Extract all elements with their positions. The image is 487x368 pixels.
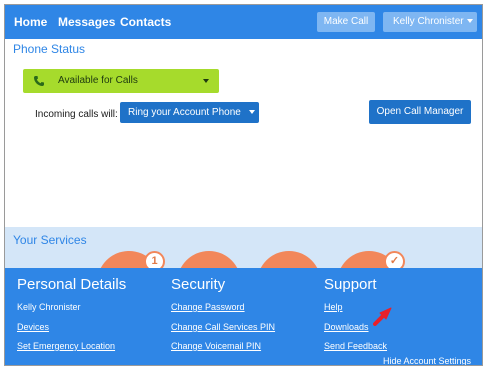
downloads-link[interactable]: Downloads (324, 322, 369, 332)
user-menu-button[interactable]: Kelly Chronister (383, 12, 477, 32)
app-frame: Home Messages Contacts Make Call Kelly C… (4, 4, 483, 366)
change-password-link[interactable]: Change Password (171, 302, 245, 312)
status-value: Available for Calls (58, 75, 138, 86)
security-title: Security (171, 276, 226, 293)
nav-messages-link[interactable]: Messages (58, 15, 115, 29)
nav-contacts-link[interactable]: Contacts (120, 15, 171, 29)
support-title: Support (324, 276, 377, 293)
caret-down-icon (248, 110, 255, 115)
red-arrow-icon (373, 307, 392, 326)
user-name-label: Kelly Chronister (393, 16, 464, 27)
nav-home-link[interactable]: Home (14, 15, 47, 29)
status-dropdown[interactable]: Available for Calls (23, 69, 219, 93)
set-emergency-location-link[interactable]: Set Emergency Location (17, 341, 115, 351)
change-call-services-pin-link[interactable]: Change Call Services PIN (171, 322, 275, 332)
account-settings-panel: Personal Details Kelly Chronister Device… (5, 268, 482, 365)
phone-status-title: Phone Status (13, 42, 86, 56)
services-title: Your Services (13, 233, 87, 247)
hide-account-settings-link[interactable]: Hide Account Settings (383, 356, 471, 365)
personal-details-title: Personal Details (17, 276, 127, 293)
send-feedback-link[interactable]: Send Feedback (324, 341, 387, 351)
top-nav: Home Messages Contacts Make Call Kelly C… (5, 5, 482, 39)
incoming-calls-label: Incoming calls will: (35, 109, 118, 120)
phone-icon (34, 76, 44, 86)
caret-down-icon (203, 79, 209, 83)
make-call-button[interactable]: Make Call (317, 12, 375, 32)
caret-down-icon (466, 19, 473, 24)
change-voicemail-pin-link[interactable]: Change Voicemail PIN (171, 341, 261, 351)
incoming-calls-select[interactable]: Ring your Account Phone (120, 102, 259, 123)
incoming-calls-value: Ring your Account Phone (128, 107, 241, 118)
devices-link[interactable]: Devices (17, 322, 49, 332)
open-call-manager-button[interactable]: Open Call Manager (369, 100, 471, 124)
help-link[interactable]: Help (324, 302, 343, 312)
personal-name: Kelly Chronister (17, 302, 81, 312)
